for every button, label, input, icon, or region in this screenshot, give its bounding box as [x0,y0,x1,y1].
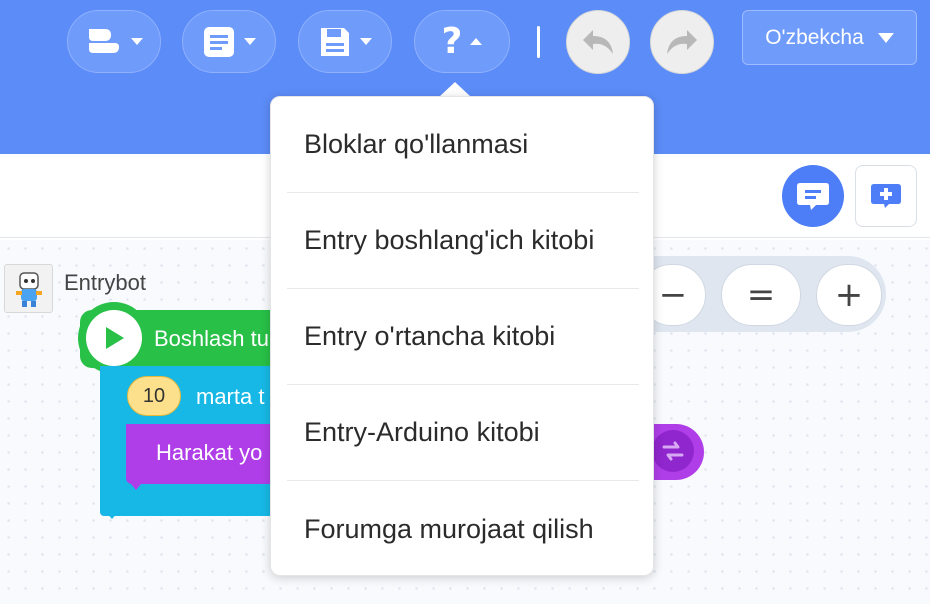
add-comment-button[interactable] [855,165,917,227]
chevron-down-icon [131,38,143,45]
move-block-label: Harakat yo [156,440,263,465]
zoom-reset-button[interactable]: = [721,264,801,326]
document-menu-button[interactable] [182,10,276,73]
chevron-down-icon [877,32,894,43]
menu-item-block-guide[interactable]: Bloklar qo'llanmasi [287,97,639,193]
save-menu-button[interactable] [298,10,392,73]
language-label: O'zbekcha [765,25,864,49]
play-icon [106,327,124,349]
menu-item-arduino-book[interactable]: Entry-Arduino kitobi [287,385,639,481]
dropdown-pointer [439,82,471,97]
swap-icon [662,441,684,461]
undo-button[interactable] [566,10,630,74]
redo-icon [667,30,697,54]
help-menu-button[interactable]: ? [414,10,510,73]
menu-item-intermediate-book[interactable]: Entry o'rtancha kitobi [287,289,639,385]
repeat-count-input[interactable]: 10 [127,376,181,416]
repeat-block-notch [100,505,124,519]
help-icon: ? [441,21,463,62]
save-icon [321,27,349,56]
zoom-in-button[interactable]: + [816,264,882,326]
toolbar-divider [537,26,540,58]
chevron-up-icon [470,38,483,45]
repeat-block-label: marta t [196,384,265,409]
play-button[interactable] [86,310,142,366]
swap-button[interactable] [652,430,694,472]
block-icon [89,28,119,53]
add-comment-icon [871,184,901,208]
help-dropdown-menu: Bloklar qo'llanmasi Entry boshlang'ich k… [270,96,654,576]
start-block-label: Boshlash tu [154,326,269,351]
object-name: Entrybot [64,270,146,295]
menu-item-forum[interactable]: Forumga murojaat qilish [287,481,639,577]
redo-button[interactable] [650,10,714,74]
entrybot-icon [15,271,42,307]
undo-icon [583,30,613,54]
menu-item-beginner-book[interactable]: Entry boshlang'ich kitobi [287,193,639,289]
document-icon [204,26,234,57]
object-thumbnail[interactable] [4,264,53,313]
move-block-notch [126,478,146,490]
blocks-menu-button[interactable] [67,10,161,73]
chat-button[interactable] [782,165,844,227]
chevron-down-icon [244,38,256,45]
chevron-down-icon [360,38,372,45]
language-select[interactable]: O'zbekcha [742,10,917,65]
chat-icon [797,183,829,210]
